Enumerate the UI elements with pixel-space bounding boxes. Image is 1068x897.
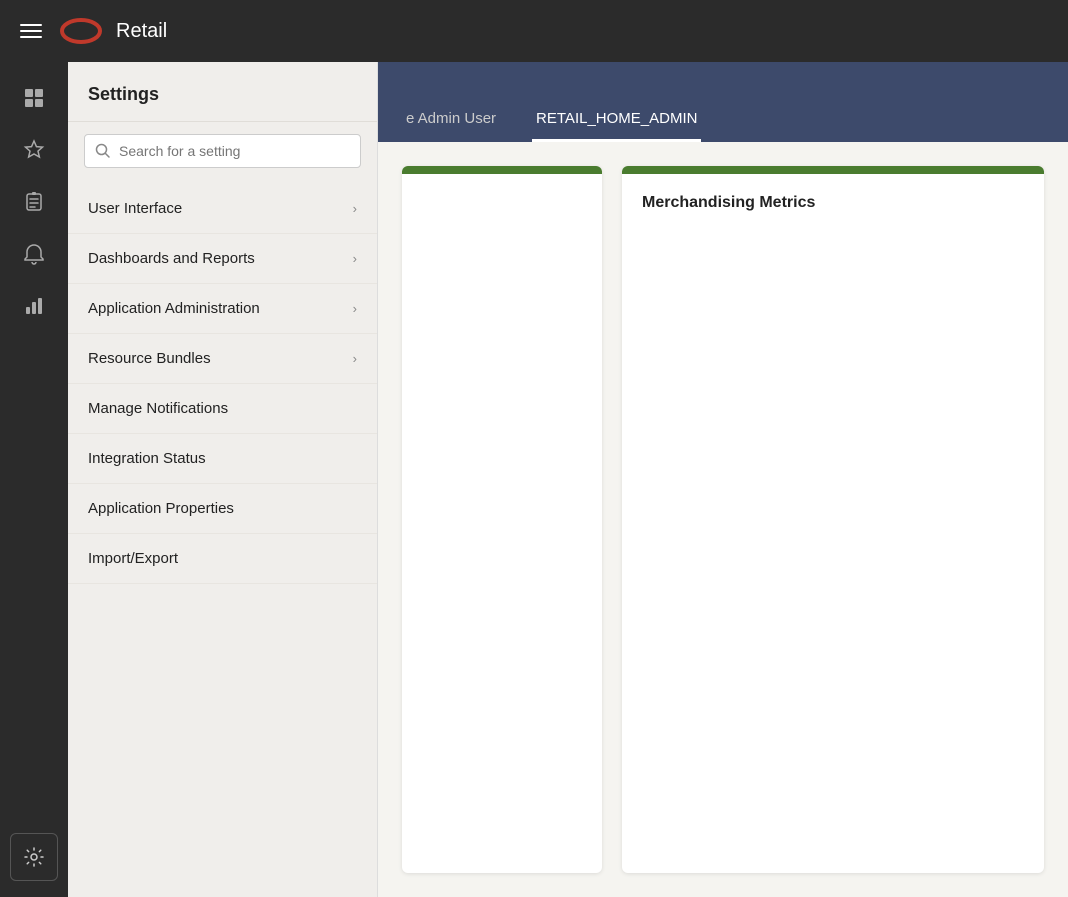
nav-grid-icon[interactable] [10, 74, 58, 122]
card-left [402, 166, 602, 873]
menu-item-label-import-export: Import/Export [88, 550, 178, 567]
settings-menu-item-import-export[interactable]: Import/Export [68, 534, 377, 584]
chevron-right-icon: › [353, 201, 357, 216]
settings-menu-item-application-properties[interactable]: Application Properties [68, 484, 377, 534]
settings-title: Settings [68, 62, 377, 122]
menu-item-label-dashboards-reports: Dashboards and Reports [88, 250, 255, 267]
settings-button[interactable] [10, 833, 58, 881]
menu-item-label-application-properties: Application Properties [88, 500, 234, 517]
card-bar-right [622, 166, 1044, 174]
settings-menu-item-application-admin[interactable]: Application Administration › [68, 284, 377, 334]
icon-rail [0, 62, 68, 897]
topbar: Retail [0, 0, 1068, 62]
app-title: Retail [116, 20, 167, 43]
search-icon [95, 143, 111, 159]
content-area: e Admin User RETAIL_HOME_ADMIN Merchandi… [378, 62, 1068, 897]
settings-panel: Settings User Interface›Dashboards and R… [68, 62, 378, 897]
tab-retail-home-admin[interactable]: RETAIL_HOME_ADMIN [532, 110, 701, 142]
settings-menu-item-manage-notifications[interactable]: Manage Notifications [68, 384, 377, 434]
content-tabs: e Admin User RETAIL_HOME_ADMIN [402, 62, 701, 142]
nav-favorites-icon[interactable] [10, 126, 58, 174]
settings-menu-item-dashboards-reports[interactable]: Dashboards and Reports › [68, 234, 377, 284]
menu-item-label-application-admin: Application Administration [88, 300, 260, 317]
card-right-title: Merchandising Metrics [642, 194, 1024, 212]
card-bar-left [402, 166, 602, 174]
nav-tasks-icon[interactable] [10, 178, 58, 226]
hamburger-menu-button[interactable] [16, 20, 46, 42]
menu-item-label-user-interface: User Interface [88, 200, 182, 217]
oracle-logo [60, 18, 102, 44]
settings-search-input[interactable] [119, 143, 350, 159]
card-right: Merchandising Metrics [622, 166, 1044, 873]
chevron-right-icon: › [353, 351, 357, 366]
menu-item-label-manage-notifications: Manage Notifications [88, 400, 228, 417]
chevron-right-icon: › [353, 251, 357, 266]
nav-notifications-icon[interactable] [10, 230, 58, 278]
content-header: e Admin User RETAIL_HOME_ADMIN [378, 62, 1068, 142]
nav-analytics-icon[interactable] [10, 282, 58, 330]
chevron-right-icon: › [353, 301, 357, 316]
settings-menu-item-user-interface[interactable]: User Interface › [68, 184, 377, 234]
content-body: Merchandising Metrics [378, 142, 1068, 897]
settings-search-container [68, 122, 377, 180]
settings-menu: User Interface›Dashboards and Reports›Ap… [68, 180, 377, 588]
menu-item-label-integration-status: Integration Status [88, 450, 206, 467]
tab-admin-user[interactable]: e Admin User [402, 110, 500, 142]
menu-item-label-resource-bundles: Resource Bundles [88, 350, 211, 367]
settings-menu-item-integration-status[interactable]: Integration Status [68, 434, 377, 484]
settings-menu-item-resource-bundles[interactable]: Resource Bundles › [68, 334, 377, 384]
